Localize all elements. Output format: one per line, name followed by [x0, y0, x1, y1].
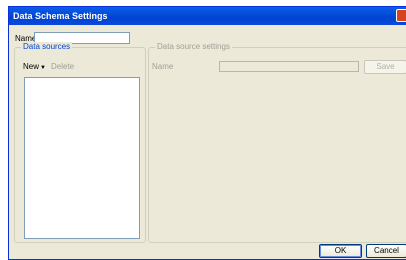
chevron-down-icon: ▼ [40, 65, 46, 71]
data-source-settings-group-title: Data source settings [155, 42, 232, 51]
save-button[interactable]: Save [364, 60, 406, 74]
ok-button[interactable]: OK [319, 244, 362, 258]
data-source-name-label: Name [152, 62, 174, 71]
close-icon[interactable] [396, 9, 406, 22]
title-bar: Data Schema Settings [9, 7, 406, 25]
window-title: Data Schema Settings [13, 11, 108, 21]
cancel-button[interactable]: Cancel [366, 244, 406, 258]
data-sources-group-title: Data sources [21, 42, 73, 51]
new-label: New [23, 62, 40, 71]
data-source-name-input[interactable] [219, 61, 359, 72]
delete-button[interactable]: Delete [51, 62, 74, 71]
data-source-settings-group: Data source settings [148, 42, 406, 243]
new-dropdown-button[interactable]: New▼ [23, 62, 46, 71]
data-sources-list[interactable] [24, 77, 140, 239]
dialog-window: Data Schema Settings Name Data sources N… [8, 6, 406, 260]
